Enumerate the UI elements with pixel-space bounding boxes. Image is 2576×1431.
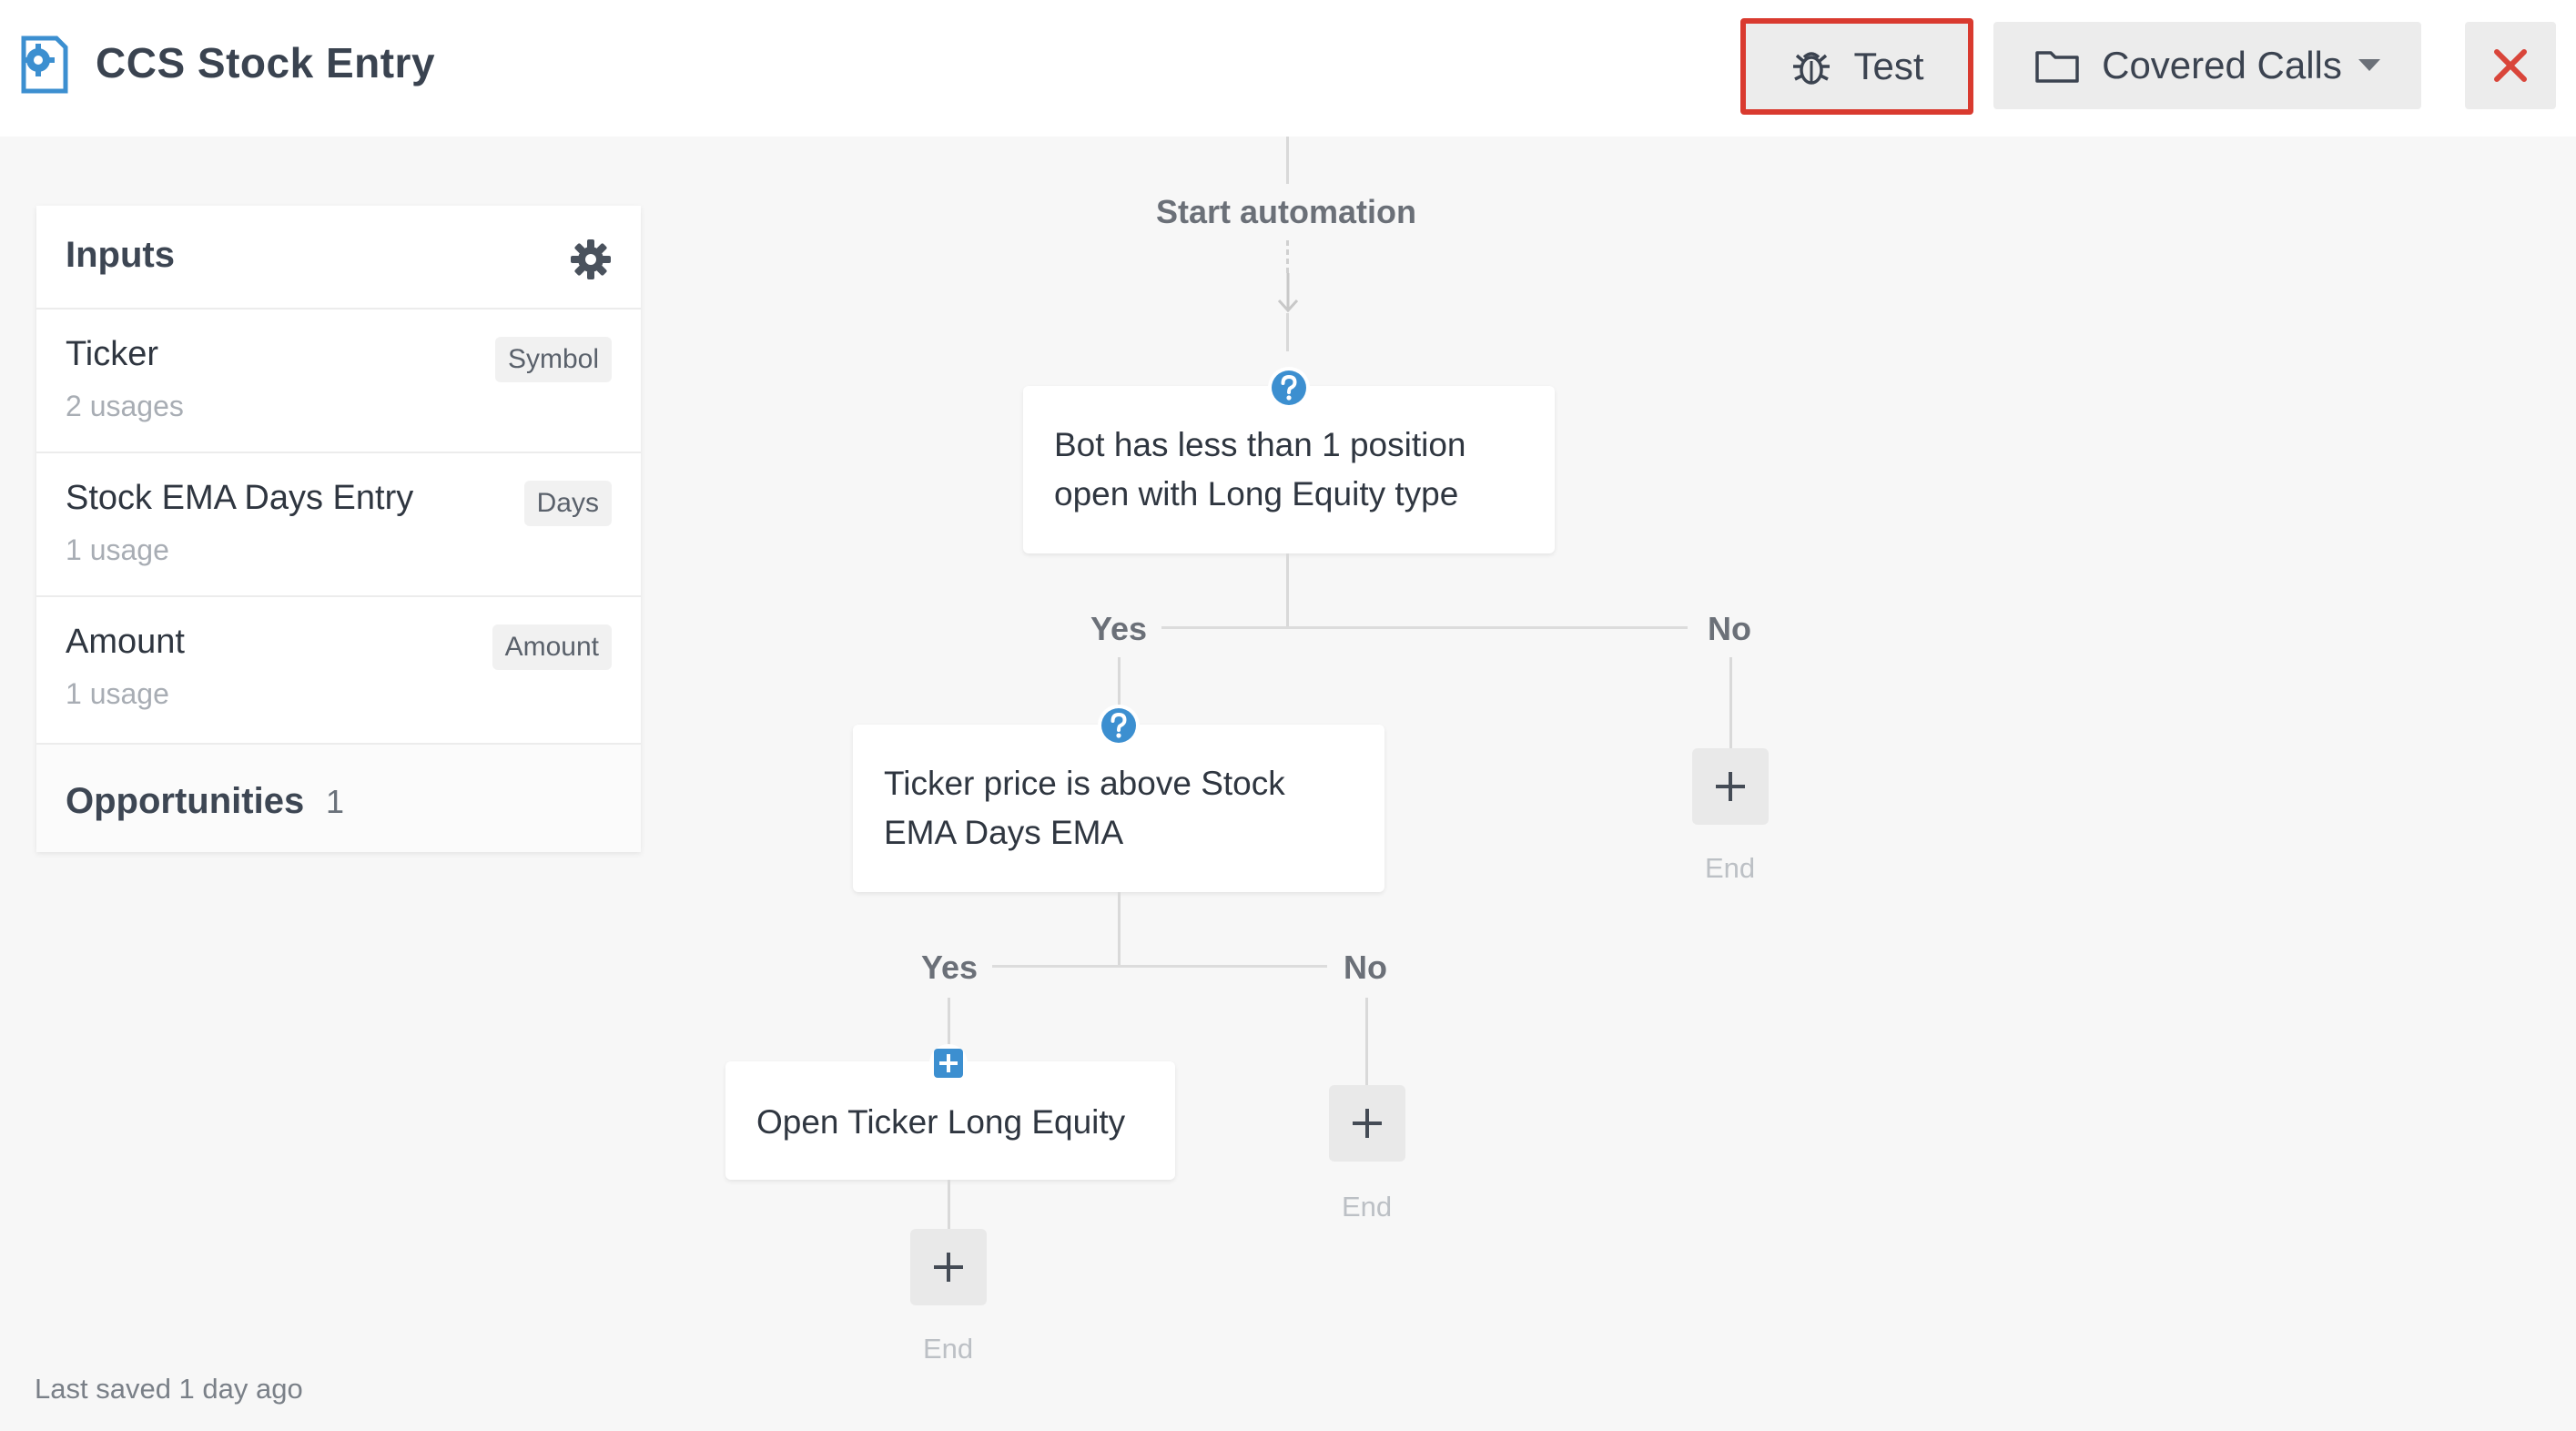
- connector-line: [1286, 553, 1289, 628]
- input-item-ticker[interactable]: Ticker Symbol 2 usages: [36, 310, 641, 453]
- opportunities-row[interactable]: Opportunities 1: [36, 745, 641, 852]
- end-label: End: [923, 1333, 974, 1365]
- bug-icon: [1793, 52, 1831, 85]
- connector-line: [1729, 657, 1732, 750]
- connector-line: [948, 1180, 950, 1229]
- page-title: CCS Stock Entry: [96, 39, 436, 86]
- input-type-badge: Days: [523, 481, 612, 526]
- connector-dashed-line: [1286, 240, 1289, 273]
- connector-line: [1286, 313, 1289, 351]
- add-step-button[interactable]: [1329, 1085, 1405, 1162]
- close-icon: [2494, 49, 2527, 82]
- add-step-button[interactable]: [1692, 748, 1769, 825]
- question-icon: [1268, 367, 1310, 409]
- input-usage-count: 2 usages: [66, 390, 184, 422]
- question-icon: [1098, 705, 1140, 746]
- condition-text: Bot has less than 1 position open with L…: [1054, 426, 1466, 513]
- plus-icon: [1716, 772, 1745, 801]
- branch-line: [1161, 626, 1688, 629]
- plus-icon: [934, 1253, 963, 1282]
- action-text: Open Ticker Long Equity: [756, 1103, 1126, 1141]
- plus-icon: [1353, 1109, 1382, 1138]
- input-item-amount[interactable]: Amount Amount 1 usage: [36, 597, 641, 745]
- input-name: Ticker: [66, 335, 159, 373]
- chevron-down-icon: [2358, 59, 2380, 71]
- condition-node-position-check[interactable]: Bot has less than 1 position open with L…: [1023, 386, 1555, 553]
- connector-line: [1365, 998, 1368, 1085]
- inputs-panel: Inputs Ticker Symbol 2 usages Stock EMA …: [36, 206, 641, 852]
- input-type-badge: Symbol: [494, 337, 612, 382]
- input-name: Stock EMA Days Entry: [66, 479, 414, 517]
- branch-yes-label: Yes: [921, 949, 979, 986]
- end-label: End: [1705, 852, 1756, 884]
- inputs-panel-header: Inputs: [36, 206, 641, 310]
- branch-no-label: No: [1344, 949, 1387, 986]
- branch-yes-label: Yes: [1090, 610, 1148, 647]
- folder-dropdown[interactable]: Covered Calls: [1993, 22, 2421, 109]
- input-type-badge: Amount: [492, 624, 612, 670]
- test-button[interactable]: Test: [1740, 18, 1973, 115]
- end-label: End: [1342, 1191, 1393, 1223]
- test-button-label: Test: [1853, 45, 1924, 87]
- close-button[interactable]: [2465, 22, 2556, 109]
- opportunities-label: Opportunities: [66, 781, 305, 821]
- inputs-panel-title: Inputs: [66, 235, 175, 275]
- arrow-down-icon: [1277, 273, 1299, 313]
- input-name: Amount: [66, 623, 185, 661]
- add-step-button[interactable]: [910, 1229, 987, 1305]
- gear-icon[interactable]: [570, 238, 612, 280]
- opportunities-count: 1: [326, 783, 345, 820]
- input-usage-count: 1 usage: [66, 677, 169, 710]
- input-usage-count: 1 usage: [66, 533, 169, 566]
- last-saved-status: Last saved 1 day ago: [35, 1373, 303, 1405]
- start-automation-label: Start automation: [1156, 193, 1417, 230]
- branch-no-label: No: [1708, 610, 1751, 647]
- folder-icon: [2035, 51, 2079, 83]
- top-bar: CCS Stock Entry Test Covered Calls: [0, 0, 2576, 137]
- action-plus-icon: [929, 1044, 968, 1082]
- automation-gear-icon: [21, 36, 68, 94]
- connector-line: [1118, 892, 1121, 967]
- folder-dropdown-label: Covered Calls: [2102, 44, 2342, 86]
- branch-line: [992, 965, 1327, 968]
- condition-node-price-above-ema[interactable]: Ticker price is above Stock EMA Days EMA: [853, 725, 1384, 892]
- condition-text: Ticker price is above Stock EMA Days EMA: [884, 765, 1285, 851]
- connector-line: [1286, 137, 1289, 184]
- input-item-stock-ema-days-entry[interactable]: Stock EMA Days Entry Days 1 usage: [36, 453, 641, 597]
